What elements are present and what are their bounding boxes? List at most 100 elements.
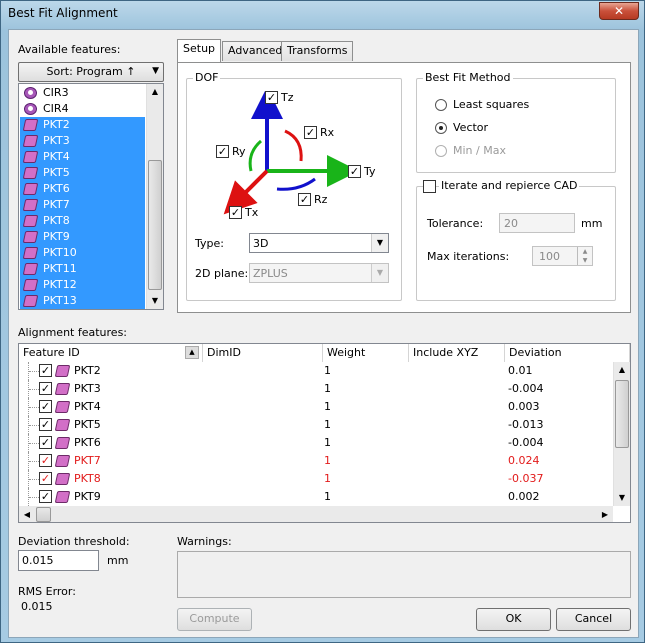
include-checkbox[interactable]: ✓ [39,418,52,431]
sort-ascending-icon[interactable]: ▲ [185,346,199,359]
scroll-right-icon[interactable]: ▶ [597,506,613,522]
max-iterations-spinner[interactable]: 100 ▲ ▼ [532,246,593,266]
list-item[interactable]: PKT3 [20,133,145,149]
type-select[interactable]: 3D ▼ [249,233,389,253]
list-item[interactable]: PKT8 [20,213,145,229]
vector-radio[interactable] [435,122,447,134]
tz-label: Tz [281,91,294,104]
alignment-table[interactable]: Feature ID ▲ DimID Weight Include XYZ De… [18,343,631,523]
threshold-unit: mm [107,554,129,567]
column-dimid[interactable]: DimID [203,344,323,362]
rx-label: Rx [320,126,335,139]
point-feature-icon [54,491,71,503]
include-checkbox[interactable]: ✓ [39,364,52,377]
tab-advanced[interactable]: Advanced [222,41,289,61]
deviation-threshold-label: Deviation threshold: [18,535,130,548]
list-item[interactable]: PKT4 [20,149,145,165]
rx-checkbox[interactable]: ✓ [304,126,317,139]
deviation-cell: 0.003 [508,400,540,413]
list-item-label: PKT9 [43,230,70,243]
table-row[interactable]: ✓ PKT7 1 0.024 [19,452,612,470]
scroll-left-icon[interactable]: ◀ [19,506,35,522]
available-features-list[interactable]: CIR3 CIR4 PKT2 PKT3 PKT4 PKT5 PKT6 PKT7 PKT8 PKT9… [18,83,164,310]
list-item[interactable]: PKT13 [20,293,145,309]
rz-checkbox[interactable]: ✓ [298,193,311,206]
tx-checkbox[interactable]: ✓ [229,206,242,219]
iterate-group: Iterate and repierce CAD Tolerance: 20 m… [416,179,616,301]
list-item[interactable]: PKT5 [20,165,145,181]
compute-button[interactable]: Compute [177,608,252,631]
scroll-down-icon[interactable]: ▼ [147,293,163,309]
close-button[interactable]: ✕ [599,2,639,20]
point-feature-icon [22,295,39,307]
list-item[interactable]: PKT7 [20,197,145,213]
list-item[interactable]: CIR3 [20,85,145,101]
scroll-up-icon[interactable]: ▲ [614,362,630,378]
table-hscrollbar[interactable]: ◀ ▶ [19,506,613,522]
tolerance-input[interactable]: 20 [499,213,575,233]
scroll-thumb[interactable] [36,507,51,522]
table-row[interactable]: ✓ PKT2 1 0.01 [19,362,612,380]
list-item-label: PKT6 [43,182,70,195]
table-row[interactable]: ✓ PKT4 1 0.003 [19,398,612,416]
tx-label: Tx [245,206,259,219]
deviation-cell: -0.004 [508,436,544,449]
title-bar[interactable]: Best Fit Alignment ✕ [1,1,644,27]
column-include-xyz[interactable]: Include XYZ [409,344,505,362]
point-feature-icon [54,365,71,377]
include-checkbox[interactable]: ✓ [39,472,52,485]
include-checkbox[interactable]: ✓ [39,490,52,503]
feature-id-cell: PKT8 [74,472,101,485]
include-checkbox[interactable]: ✓ [39,400,52,413]
scroll-down-icon[interactable]: ▼ [614,490,630,506]
scroll-thumb[interactable] [615,380,629,448]
available-list-scrollbar[interactable]: ▲ ▼ [146,84,163,309]
scroll-thumb[interactable] [148,160,162,290]
cancel-button[interactable]: Cancel [556,608,631,631]
list-item[interactable]: CIR4 [20,101,145,117]
plane-select[interactable]: ZPLUS ▼ [249,263,389,283]
list-item[interactable]: PKT9 [20,229,145,245]
sort-dropdown[interactable]: Sort: Program ↑ ▼ [18,62,164,82]
table-row[interactable]: ✓ PKT6 1 -0.004 [19,434,612,452]
point-feature-icon [54,419,71,431]
include-checkbox[interactable]: ✓ [39,382,52,395]
column-deviation[interactable]: Deviation [505,344,630,362]
point-feature-icon [54,401,71,413]
column-feature-id[interactable]: Feature ID [19,344,203,362]
ry-checkbox[interactable]: ✓ [216,145,229,158]
ty-checkbox[interactable]: ✓ [348,165,361,178]
dialog-client: Available features: Sort: Program ↑ ▼ CI… [8,29,639,638]
list-item[interactable]: PKT10 [20,245,145,261]
table-row[interactable]: ✓ PKT9 1 0.002 [19,488,612,506]
list-item[interactable]: PKT2 [20,117,145,133]
tab-transforms[interactable]: Transforms [281,41,354,61]
vector-label: Vector [453,121,489,134]
spinner-buttons[interactable]: ▲ ▼ [577,247,592,265]
ok-button[interactable]: OK [476,608,551,631]
deviation-threshold-input[interactable]: 0.015 [18,550,99,571]
table-row[interactable]: ✓ PKT8 1 -0.037 [19,470,612,488]
least-squares-radio[interactable] [435,99,447,111]
column-weight[interactable]: Weight [323,344,409,362]
scroll-up-icon[interactable]: ▲ [147,84,163,100]
list-item-label: PKT4 [43,150,70,163]
table-row[interactable]: ✓ PKT5 1 -0.013 [19,416,612,434]
minmax-radio[interactable] [435,145,447,157]
list-item-label: PKT13 [43,294,77,307]
table-vscrollbar[interactable]: ▲ ▼ [613,362,630,506]
list-item[interactable]: PKT12 [20,277,145,293]
list-item[interactable]: PKT6 [20,181,145,197]
tz-checkbox[interactable]: ✓ [265,91,278,104]
table-row[interactable]: ✓ PKT3 1 -0.004 [19,380,612,398]
include-checkbox[interactable]: ✓ [39,454,52,467]
tab-setup[interactable]: Setup [177,39,222,62]
chevron-down-icon: ▼ [371,264,388,282]
spin-up-icon[interactable]: ▲ [578,247,592,256]
rx-rotation-arrow [284,129,303,162]
rms-error-value: 0.015 [21,600,53,613]
include-checkbox[interactable]: ✓ [39,436,52,449]
spin-down-icon[interactable]: ▼ [578,256,592,265]
iterate-checkbox[interactable] [423,180,436,193]
list-item[interactable]: PKT11 [20,261,145,277]
